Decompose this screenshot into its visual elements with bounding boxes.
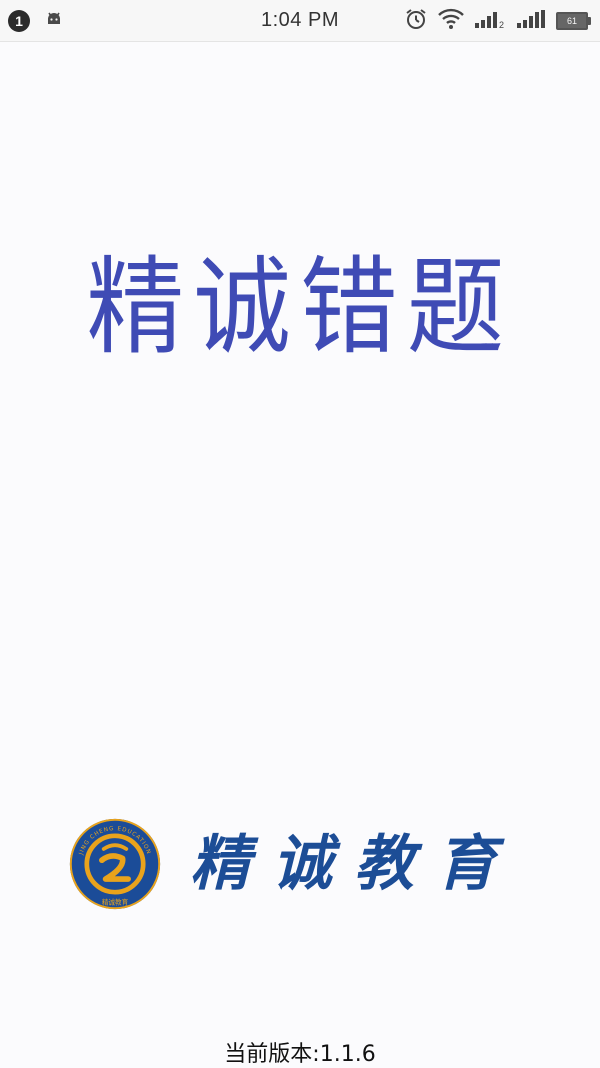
svg-text:2: 2 [499, 20, 504, 29]
logo-bottom-text: 精诚教育 [102, 897, 129, 906]
app-title: 精诚错题 [86, 246, 514, 369]
signal-icon: 2 [474, 9, 506, 33]
brand-logo-icon: JING CHENG EDUCATION 精诚教育 [69, 818, 161, 910]
brand-row: JING CHENG EDUCATION 精诚教育 精诚教育 [68, 818, 518, 910]
status-bar-right: 2 61 [404, 7, 591, 35]
alarm-icon [404, 7, 428, 35]
version-label: 当前版本:1.1.6 [224, 1042, 376, 1067]
signal-icon [516, 9, 546, 33]
wifi-icon [438, 8, 464, 34]
status-bar: 1 1:04 PM 2 61 [0, 0, 600, 42]
brand-name: 精诚教育 [190, 829, 518, 899]
battery-icon: 61 [556, 12, 591, 30]
